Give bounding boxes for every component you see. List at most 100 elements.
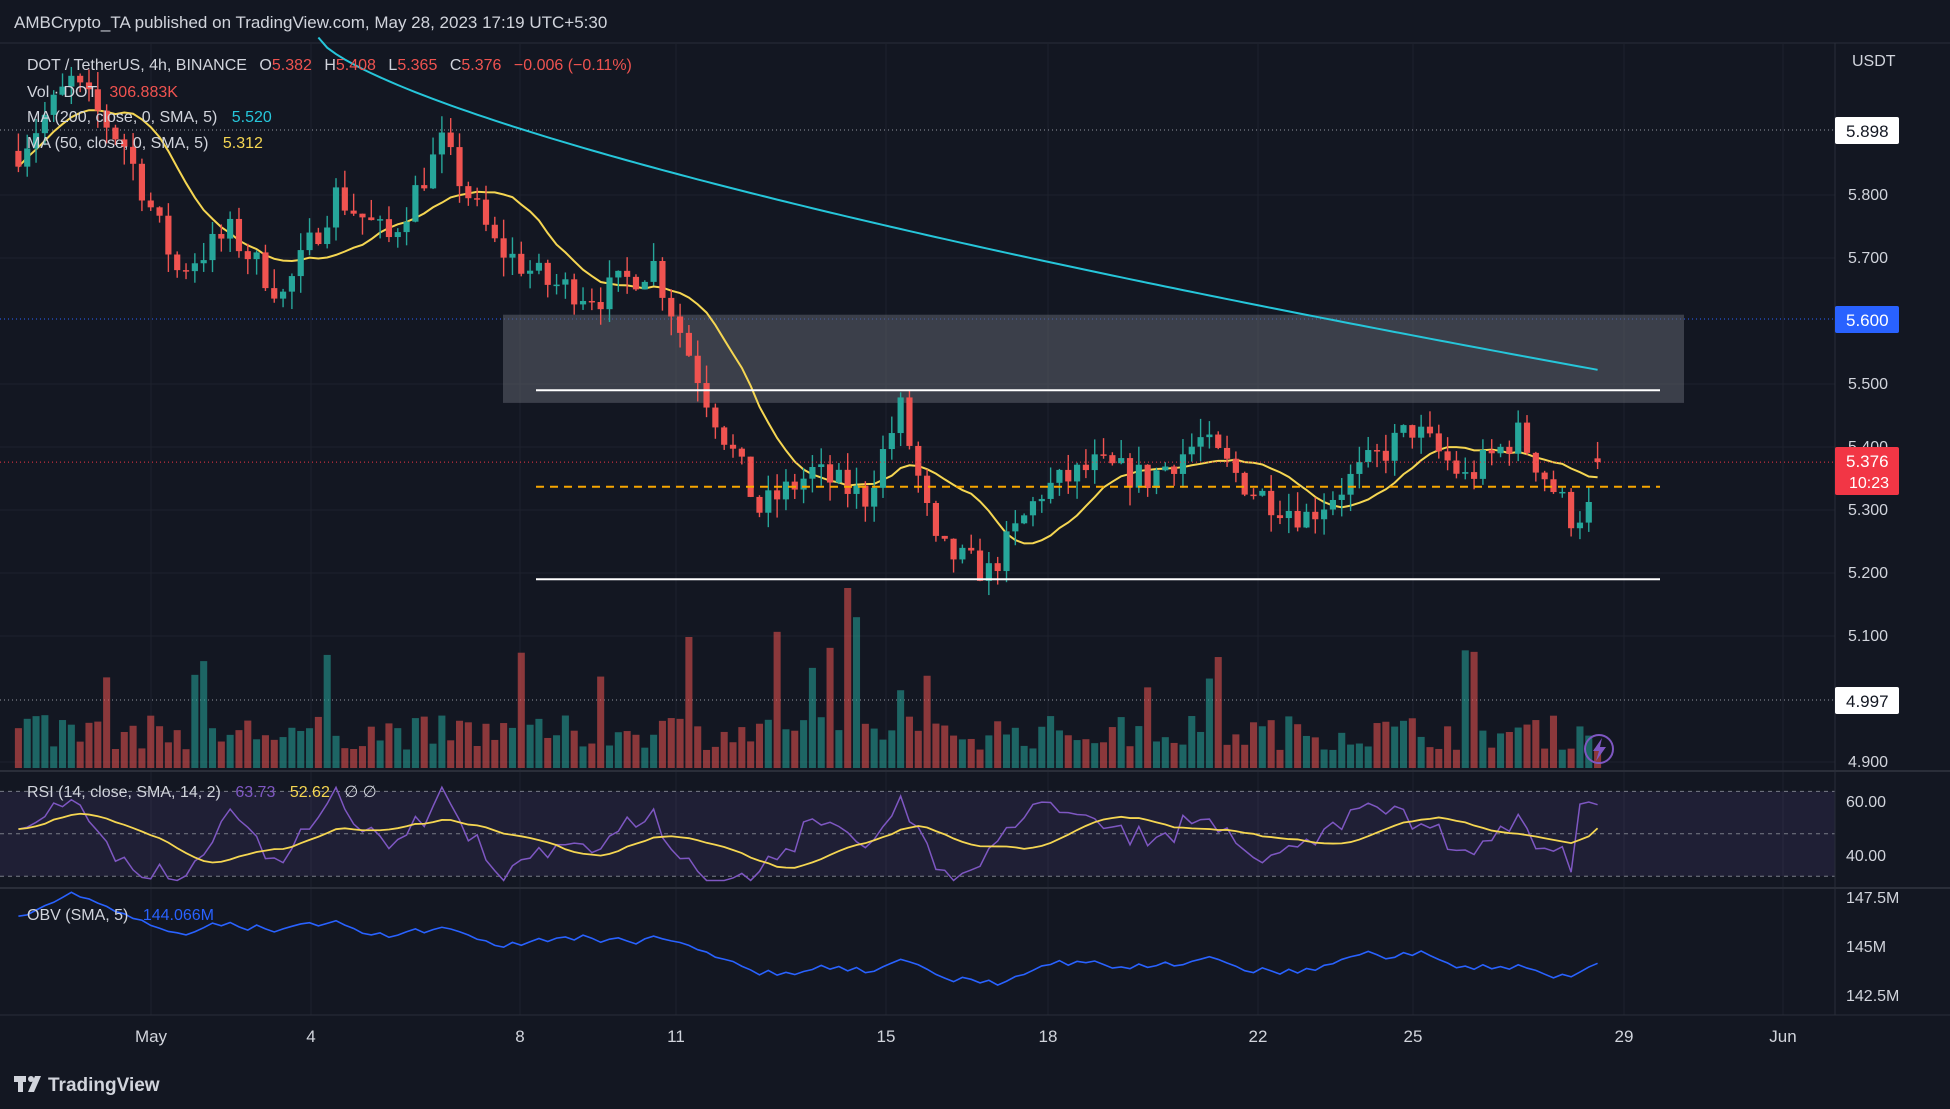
candle-body bbox=[1559, 491, 1566, 494]
volume-bar bbox=[129, 725, 137, 768]
volume-bar bbox=[1452, 749, 1460, 768]
volume-bar bbox=[1241, 744, 1249, 768]
volume-bar bbox=[1523, 724, 1531, 768]
volume-bar bbox=[226, 734, 234, 768]
candle-body bbox=[879, 449, 887, 488]
volume-bar bbox=[994, 721, 1002, 768]
volume-bar bbox=[1364, 746, 1372, 768]
volume-bar bbox=[1276, 749, 1284, 768]
candle-body bbox=[359, 213, 366, 218]
volume-bar bbox=[1126, 746, 1134, 768]
volume-bar bbox=[500, 723, 508, 768]
volume-bar bbox=[270, 739, 278, 768]
obv-value: 144.066M bbox=[143, 907, 214, 924]
candle-body bbox=[1568, 491, 1575, 529]
candle-body bbox=[1356, 462, 1363, 474]
volume-bar bbox=[694, 726, 702, 768]
volume-bar bbox=[976, 749, 984, 768]
candle-body bbox=[1488, 449, 1495, 454]
candle-body bbox=[1047, 482, 1054, 499]
indicator-axis[interactable]: 60.00 40.00 147.5M 145M 142.5M bbox=[1846, 794, 1899, 1005]
candle-body bbox=[685, 332, 692, 356]
volume-bar bbox=[1497, 733, 1505, 768]
volume-bar bbox=[923, 675, 931, 768]
obv-tick: 147.5M bbox=[1846, 890, 1899, 907]
candle-body bbox=[324, 227, 331, 245]
symbol-label: DOT / TetherUS, 4h, BINANCE bbox=[27, 57, 247, 74]
candle-body bbox=[571, 279, 578, 305]
candle-body bbox=[1268, 490, 1275, 516]
candle-body bbox=[385, 219, 393, 238]
volume-bar bbox=[958, 739, 966, 768]
time-label: 22 bbox=[1249, 1027, 1268, 1046]
candle-body bbox=[1391, 432, 1398, 461]
price-axis-unit: USDT bbox=[1852, 53, 1896, 70]
countdown-label: 10:23 bbox=[1849, 475, 1889, 492]
candle-body bbox=[509, 253, 516, 258]
volume-bar bbox=[1391, 726, 1399, 768]
volume-bar bbox=[1426, 747, 1434, 768]
candle-body bbox=[968, 547, 975, 551]
volume-bar bbox=[358, 746, 367, 768]
ma50-value: 5.312 bbox=[223, 135, 263, 152]
volume-bar bbox=[261, 735, 269, 768]
rsi-tick: 60.00 bbox=[1846, 794, 1886, 811]
price-marker-mid-label: 5.600 bbox=[1846, 311, 1889, 330]
candle-body bbox=[1118, 458, 1125, 464]
time-label: 29 bbox=[1615, 1027, 1634, 1046]
volume-bar bbox=[1082, 739, 1090, 768]
candle-body bbox=[668, 297, 675, 317]
candle-body bbox=[138, 163, 146, 201]
chart-canvas[interactable]: AMBCrypto_TA published on TradingView.co… bbox=[0, 0, 1950, 1109]
candle-body bbox=[262, 252, 269, 289]
volume-bar bbox=[1532, 720, 1540, 768]
volume-bar bbox=[244, 720, 252, 768]
volume-bar bbox=[597, 676, 605, 768]
time-axis[interactable]: May 4 8 11 15 18 22 25 29 Jun bbox=[135, 1027, 1797, 1046]
candle-body bbox=[491, 224, 498, 239]
volume-bar bbox=[1108, 727, 1116, 768]
candle-body bbox=[641, 281, 648, 290]
volume-bar bbox=[182, 749, 190, 768]
candle-body bbox=[862, 485, 869, 507]
candle-body bbox=[421, 185, 428, 189]
candle-body bbox=[174, 254, 181, 271]
candle-body bbox=[1215, 434, 1222, 448]
price-axis[interactable]: USDT 5.800 5.700 5.500 5.400 5.300 5.200… bbox=[1835, 53, 1899, 771]
candle-body bbox=[1171, 466, 1178, 474]
volume-bar bbox=[1144, 687, 1152, 768]
volume-bar bbox=[473, 745, 481, 768]
candle-body bbox=[403, 221, 410, 233]
candle-body bbox=[394, 232, 401, 238]
volume-bar bbox=[1179, 744, 1187, 768]
publisher-line: AMBCrypto_TA published on TradingView.co… bbox=[14, 13, 607, 32]
candle-body bbox=[1338, 494, 1345, 500]
rsi-ma-value: 52.62 bbox=[290, 784, 330, 801]
candle-body bbox=[774, 490, 781, 500]
candle-body bbox=[1188, 446, 1195, 455]
candle-body bbox=[218, 233, 225, 239]
volume-bar bbox=[605, 745, 614, 768]
candle-body bbox=[1153, 470, 1160, 489]
volume-bar bbox=[508, 727, 516, 768]
volume-bar bbox=[314, 716, 322, 768]
time-label: 25 bbox=[1404, 1027, 1423, 1046]
candle-body bbox=[1418, 426, 1425, 438]
volume-bar bbox=[544, 737, 552, 768]
volume-bar bbox=[888, 730, 896, 768]
candle-body bbox=[1144, 464, 1151, 489]
volume-bar bbox=[1329, 749, 1337, 768]
candle-body bbox=[235, 218, 243, 252]
candle-body bbox=[438, 132, 445, 155]
candle-body bbox=[703, 383, 710, 408]
volume-bar bbox=[570, 730, 578, 768]
candle-body bbox=[474, 198, 481, 200]
volume-bar bbox=[156, 726, 164, 768]
svg-text:RSI (14, close, SMA, 14, 2): RSI (14, close, SMA, 14, 2) 63.73 52.62 … bbox=[27, 784, 377, 801]
volume-bar bbox=[1558, 749, 1566, 768]
candle-body bbox=[941, 535, 948, 539]
volume-bar bbox=[1038, 726, 1046, 768]
volume-bar bbox=[861, 723, 869, 768]
candle-body bbox=[350, 210, 357, 214]
candle-body bbox=[341, 187, 348, 211]
